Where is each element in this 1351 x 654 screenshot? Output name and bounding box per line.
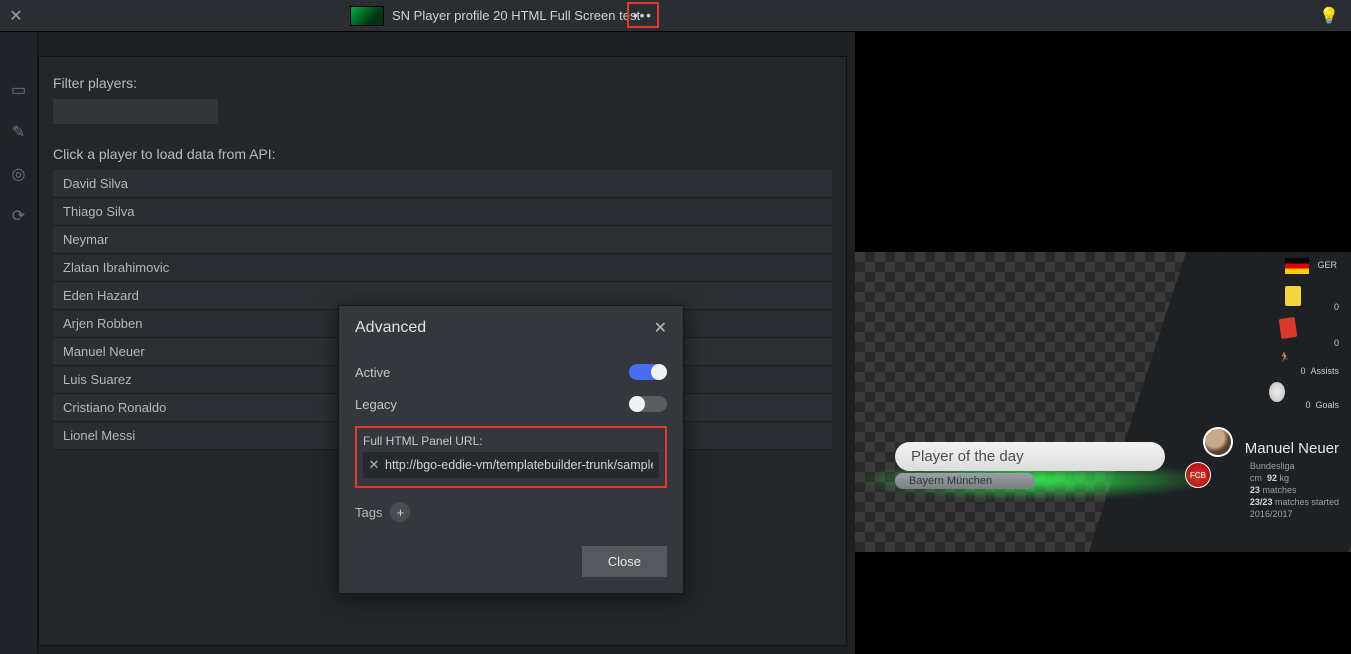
lower-third: Player of the day Bayern München <box>895 442 1165 489</box>
close-tab-icon[interactable]: ✕ <box>0 6 32 26</box>
close-button[interactable]: Close <box>582 546 667 577</box>
list-item[interactable]: David Silva <box>53 170 832 198</box>
lower-third-subtitle: Bayern München <box>895 473 1035 489</box>
preview-stage: GER 0 0 🏃 0 Assists 0 Goals Manuel Neuer… <box>855 252 1351 552</box>
player-name: Manuel Neuer <box>1245 440 1339 457</box>
yellow-card-icon <box>1285 286 1301 306</box>
active-toggle[interactable] <box>629 364 667 380</box>
left-icon-rail: ▭ ✎ ◎ ⟳ <box>0 32 38 654</box>
refresh-icon[interactable]: ⟳ <box>12 206 25 226</box>
red-card-icon <box>1279 317 1298 339</box>
list-item[interactable]: Zlatan Ibrahimovic <box>53 254 832 282</box>
advanced-modal: Advanced ✕ Active Legacy Full HTML Panel… <box>338 305 684 594</box>
list-item[interactable]: Neymar <box>53 226 832 254</box>
visibility-icon[interactable]: ◎ <box>12 164 26 184</box>
add-tag-button[interactable]: + <box>390 502 410 522</box>
active-tab[interactable]: SN Player profile 20 HTML Full Screen te… <box>350 0 640 31</box>
tab-title: SN Player profile 20 HTML Full Screen te… <box>392 8 640 23</box>
edit-icon[interactable]: ✎ <box>12 122 25 142</box>
clear-url-icon[interactable]: ✕ <box>363 457 385 473</box>
legacy-toggle[interactable] <box>629 396 667 412</box>
url-input[interactable] <box>385 458 659 472</box>
filter-label: Filter players: <box>53 75 137 91</box>
modal-title: Advanced <box>355 319 426 337</box>
list-item[interactable]: Thiago Silva <box>53 198 832 226</box>
modal-close-icon[interactable]: ✕ <box>654 318 667 338</box>
tab-more-button[interactable]: ••• <box>627 2 659 28</box>
folder-icon[interactable]: ▭ <box>11 80 26 100</box>
red-card-count: 0 <box>1334 338 1339 348</box>
flag-icon <box>1285 258 1309 274</box>
assists-line: 0 Assists <box>1300 366 1339 376</box>
assist-icon: 🏃 <box>1279 352 1295 370</box>
player-meta: Bundesliga cm 92 kg 23 matches 23/23 mat… <box>1250 460 1339 520</box>
goals-line: 0 Goals <box>1305 400 1339 410</box>
player-info-overlay: GER 0 0 🏃 0 Assists 0 Goals Manuel Neuer… <box>1171 252 1351 552</box>
url-label: Full HTML Panel URL: <box>363 434 659 448</box>
ball-icon <box>1269 382 1285 402</box>
country-code: GER <box>1317 260 1337 270</box>
lower-third-title: Player of the day <box>895 442 1165 471</box>
tab-thumbnail <box>350 6 384 26</box>
tags-label: Tags <box>355 505 382 520</box>
legacy-label: Legacy <box>355 397 397 412</box>
url-highlight-box: Full HTML Panel URL: ✕ <box>355 426 667 488</box>
yellow-card-count: 0 <box>1334 302 1339 312</box>
api-instruction-label: Click a player to load data from API: <box>53 146 832 162</box>
filter-input[interactable] <box>53 99 218 124</box>
hint-bulb-icon[interactable]: 💡 <box>1319 6 1339 26</box>
preview-pane: GER 0 0 🏃 0 Assists 0 Goals Manuel Neuer… <box>855 32 1351 654</box>
top-tab-bar: ✕ SN Player profile 20 HTML Full Screen … <box>0 0 1351 32</box>
active-label: Active <box>355 365 390 380</box>
